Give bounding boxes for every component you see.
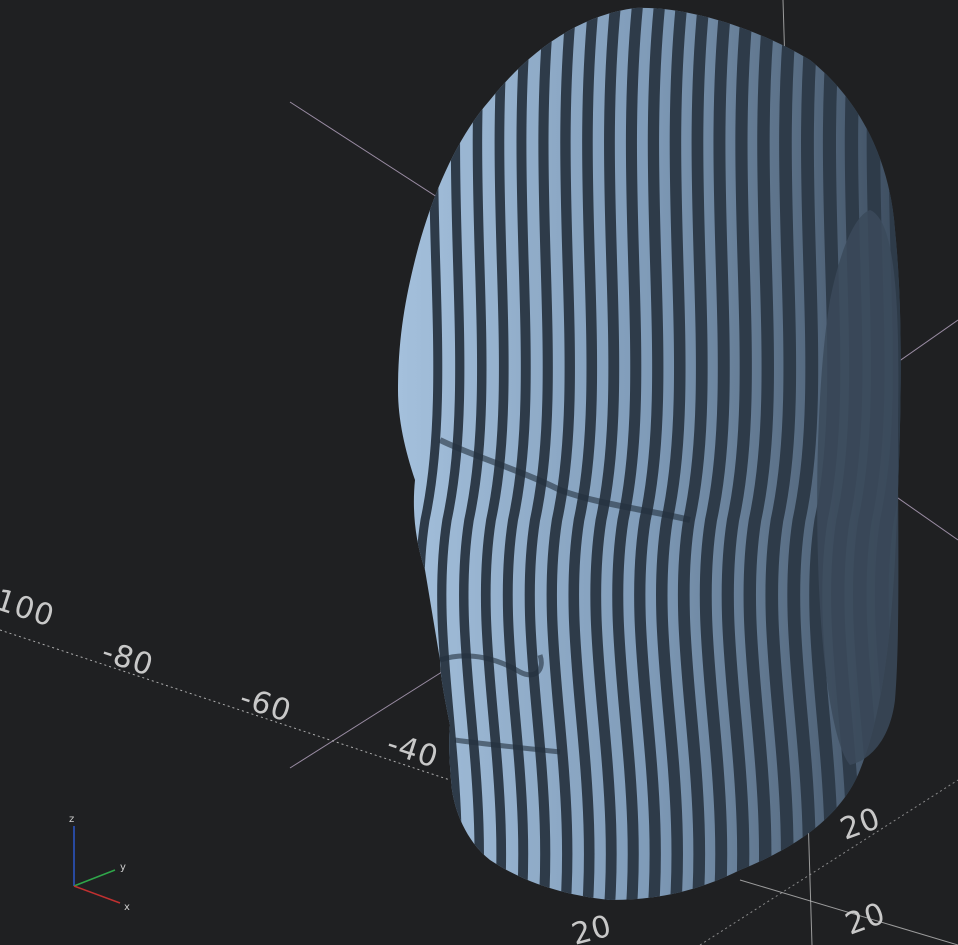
gizmo-z-label: z <box>69 814 74 825</box>
gizmo-y-label: y <box>120 862 126 873</box>
tick-x-neg-60: -60 <box>236 680 296 729</box>
gizmo-y-axis <box>73 869 116 887</box>
tick-x-20-bottom: 20 <box>568 909 616 945</box>
tick-y-20-upper: 20 <box>836 801 886 848</box>
orientation-gizmo: z y x <box>69 814 130 913</box>
sliced-head-model[interactable] <box>398 0 902 945</box>
gizmo-x-label: x <box>124 902 130 913</box>
3d-viewport[interactable]: -100 -80 -60 -40 20 20 20 z y x <box>0 0 958 945</box>
scene-canvas[interactable]: -100 -80 -60 -40 20 20 20 z y x <box>0 0 958 945</box>
tick-x-neg-80: -80 <box>98 634 158 683</box>
gizmo-x-axis <box>73 885 121 904</box>
tick-x-neg-100: -100 <box>0 579 59 635</box>
tick-x-neg-40: -40 <box>383 726 443 775</box>
tick-y-20-lower: 20 <box>841 896 891 943</box>
